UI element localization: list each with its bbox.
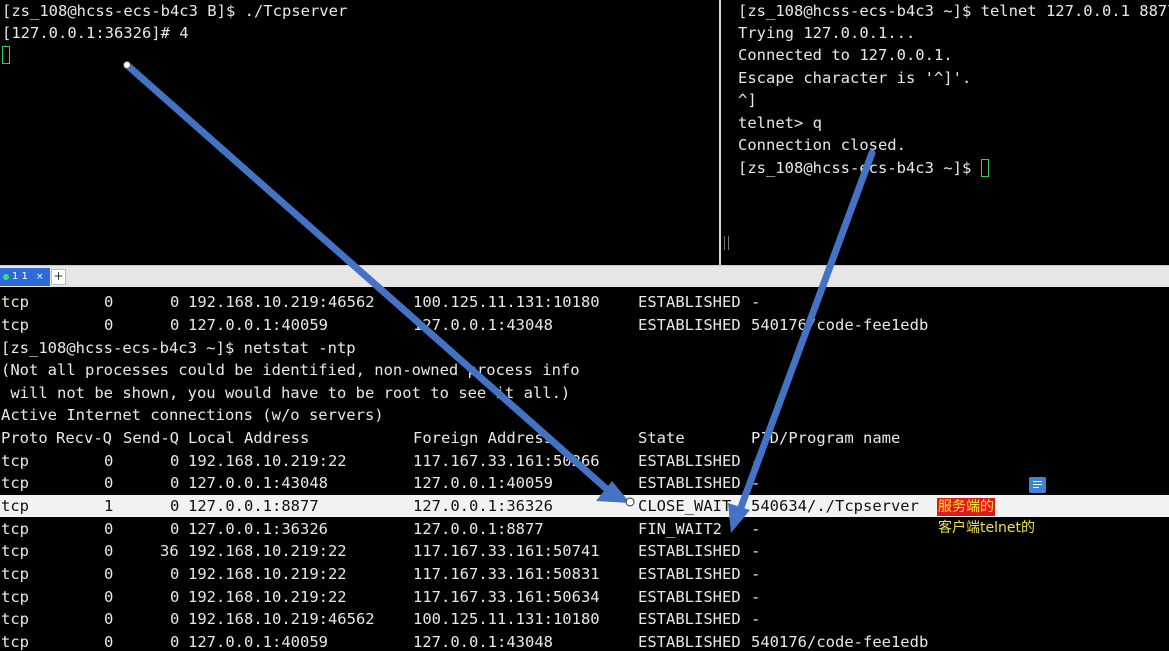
arrow-client-to-fin-wait2 (728, 149, 876, 533)
arrow-server-to-close-wait (123, 61, 635, 507)
annotation-arrows (123, 61, 876, 533)
